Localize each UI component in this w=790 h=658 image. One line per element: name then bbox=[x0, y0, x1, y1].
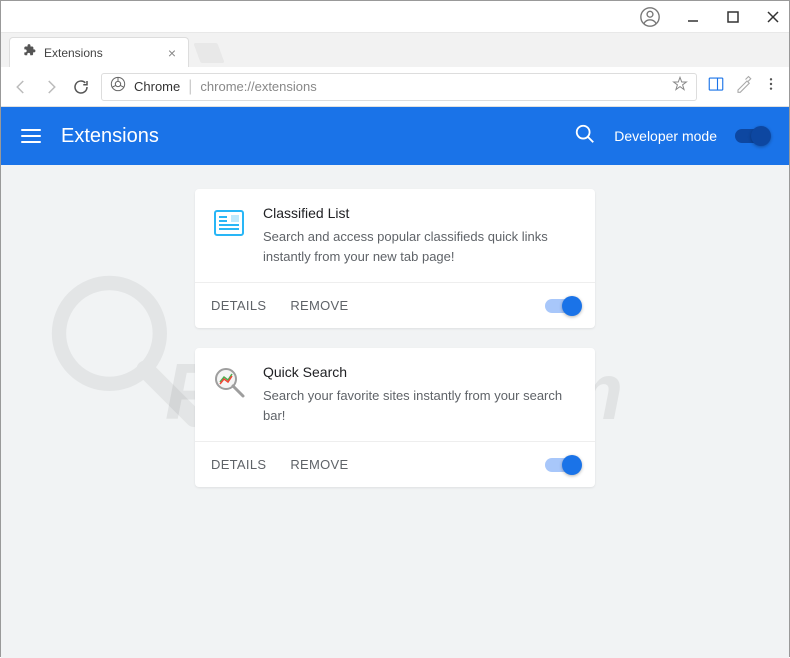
close-tab-icon[interactable]: × bbox=[168, 45, 176, 61]
newspaper-icon bbox=[211, 205, 247, 241]
extension-puzzle-icon bbox=[22, 43, 36, 62]
browser-tab[interactable]: Extensions × bbox=[9, 37, 189, 67]
extension-card: Quick Search Search your favorite sites … bbox=[195, 348, 595, 487]
tab-title: Extensions bbox=[44, 46, 160, 60]
close-window-button[interactable] bbox=[765, 9, 781, 25]
page-title: Extensions bbox=[61, 125, 159, 148]
developer-mode-label: Developer mode bbox=[614, 128, 717, 144]
reload-button[interactable] bbox=[71, 77, 91, 97]
extension-enable-toggle[interactable] bbox=[545, 299, 579, 313]
user-account-icon[interactable] bbox=[639, 6, 661, 28]
browser-toolbar: Chrome | chrome://extensions bbox=[1, 67, 789, 107]
extension-name: Quick Search bbox=[263, 364, 579, 380]
magnifier-chart-icon bbox=[211, 364, 247, 400]
panel-icon[interactable] bbox=[707, 75, 725, 98]
chrome-icon bbox=[110, 76, 126, 97]
url-scheme-label: Chrome bbox=[134, 79, 180, 94]
maximize-button[interactable] bbox=[725, 9, 741, 25]
extensions-list: PCrisk.com Classified List Search and ac… bbox=[1, 165, 789, 658]
hamburger-menu-icon[interactable] bbox=[21, 129, 41, 143]
extension-card: Classified List Search and access popula… bbox=[195, 189, 595, 328]
address-bar[interactable]: Chrome | chrome://extensions bbox=[101, 73, 697, 101]
url-text: chrome://extensions bbox=[200, 79, 316, 94]
customize-icon[interactable] bbox=[735, 75, 753, 98]
details-button[interactable]: DETAILS bbox=[211, 298, 266, 313]
developer-mode-toggle[interactable] bbox=[735, 129, 769, 143]
extension-description: Search and access popular classifieds qu… bbox=[263, 227, 579, 266]
remove-button[interactable]: REMOVE bbox=[290, 457, 348, 472]
search-icon[interactable] bbox=[574, 123, 596, 150]
menu-dots-icon[interactable] bbox=[763, 76, 779, 97]
forward-button[interactable] bbox=[41, 77, 61, 97]
minimize-button[interactable] bbox=[685, 9, 701, 25]
watermark-magnifier-icon bbox=[41, 265, 221, 445]
window-titlebar bbox=[1, 1, 789, 33]
extensions-header: Extensions Developer mode bbox=[1, 107, 789, 165]
bookmark-star-icon[interactable] bbox=[672, 76, 688, 97]
extension-enable-toggle[interactable] bbox=[545, 458, 579, 472]
extension-name: Classified List bbox=[263, 205, 579, 221]
back-button[interactable] bbox=[11, 77, 31, 97]
new-tab-button[interactable] bbox=[193, 43, 224, 63]
extension-description: Search your favorite sites instantly fro… bbox=[263, 386, 579, 425]
tab-strip: Extensions × bbox=[1, 33, 789, 67]
remove-button[interactable]: REMOVE bbox=[290, 298, 348, 313]
details-button[interactable]: DETAILS bbox=[211, 457, 266, 472]
